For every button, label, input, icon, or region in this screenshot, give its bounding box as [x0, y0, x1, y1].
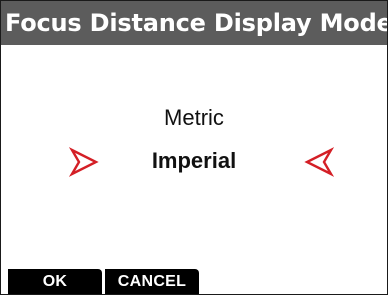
option-metric[interactable]: Metric	[1, 105, 387, 131]
cancel-button[interactable]: CANCEL	[105, 269, 199, 294]
softkey-bar: OK CANCEL	[1, 269, 201, 294]
focus-distance-display-mode-screen: Focus Distance Display Mode Metric Imper…	[0, 0, 388, 295]
page-title: Focus Distance Display Mode	[1, 1, 387, 45]
chevron-left-icon	[304, 147, 334, 177]
ok-button[interactable]: OK	[8, 269, 102, 294]
